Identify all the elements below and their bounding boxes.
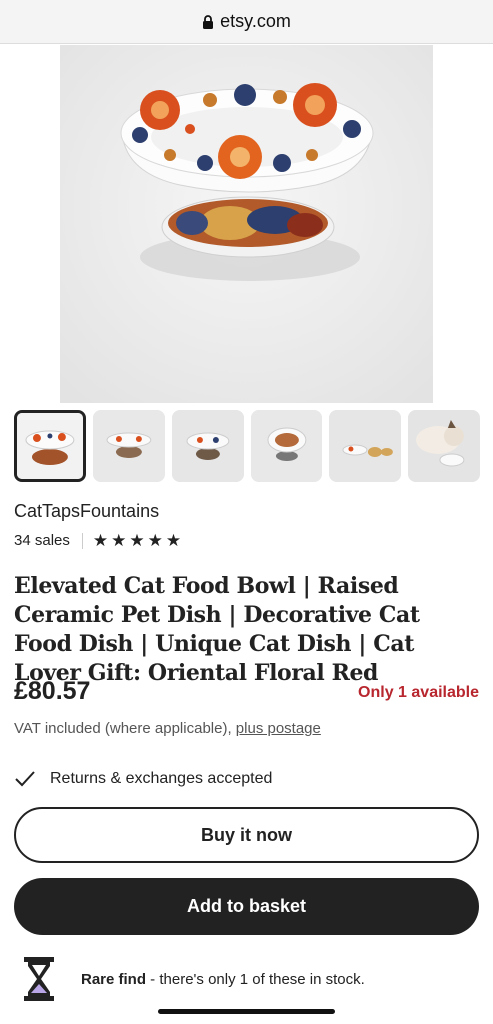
price: £80.57 xyxy=(14,677,91,705)
lock-icon xyxy=(202,14,214,30)
rating-stars[interactable]: ★ ★ ★ ★ ★ xyxy=(93,532,181,549)
buy-it-now-button[interactable]: Buy it now xyxy=(14,807,479,863)
url-text: etsy.com xyxy=(220,11,291,31)
thumbnail-3[interactable] xyxy=(171,410,244,482)
rare-find-text: Rare find - there's only 1 of these in s… xyxy=(81,971,365,988)
star-icon: ★ xyxy=(129,531,145,550)
sales-and-rating: 34 sales ★ ★ ★ ★ ★ xyxy=(14,532,181,549)
browser-url-bar[interactable]: etsy.com xyxy=(0,0,493,44)
listing-title: Elevated Cat Food Bowl | Raised Ceramic … xyxy=(14,573,420,686)
thumbnail-1[interactable] xyxy=(14,410,86,482)
postage-link[interactable]: plus postage xyxy=(236,720,321,737)
star-icon: ★ xyxy=(111,531,127,550)
hourglass-icon xyxy=(22,955,56,1003)
thumbnail-4[interactable] xyxy=(250,410,323,482)
rare-find-detail: - there's only 1 of these in stock. xyxy=(146,970,365,988)
star-icon: ★ xyxy=(165,531,182,550)
star-icon: ★ xyxy=(92,531,109,550)
product-main-image[interactable] xyxy=(60,45,433,403)
image-thumbnails xyxy=(14,410,480,482)
checkmark-icon xyxy=(14,770,36,788)
divider xyxy=(81,532,83,549)
star-icon: ★ xyxy=(147,531,163,550)
thumbnail-2[interactable] xyxy=(92,410,165,482)
home-indicator[interactable] xyxy=(158,1009,335,1014)
returns-text: Returns & exchanges accepted xyxy=(50,770,273,787)
vat-text: VAT included (where applicable), xyxy=(14,720,236,737)
thumbnail-6[interactable] xyxy=(408,410,480,482)
availability-badge: Only 1 available xyxy=(358,684,479,701)
rare-find-notice: Rare find - there's only 1 of these in s… xyxy=(22,955,365,1003)
shop-name-link[interactable]: CatTapsFountains xyxy=(14,501,159,522)
returns-policy: Returns & exchanges accepted xyxy=(14,770,272,788)
add-to-basket-button[interactable]: Add to basket xyxy=(14,878,479,935)
sales-count: 34 sales xyxy=(14,532,70,549)
vat-note: VAT included (where applicable), plus po… xyxy=(14,720,321,737)
thumbnail-5[interactable] xyxy=(329,410,402,482)
rare-find-label: Rare find xyxy=(81,970,147,988)
